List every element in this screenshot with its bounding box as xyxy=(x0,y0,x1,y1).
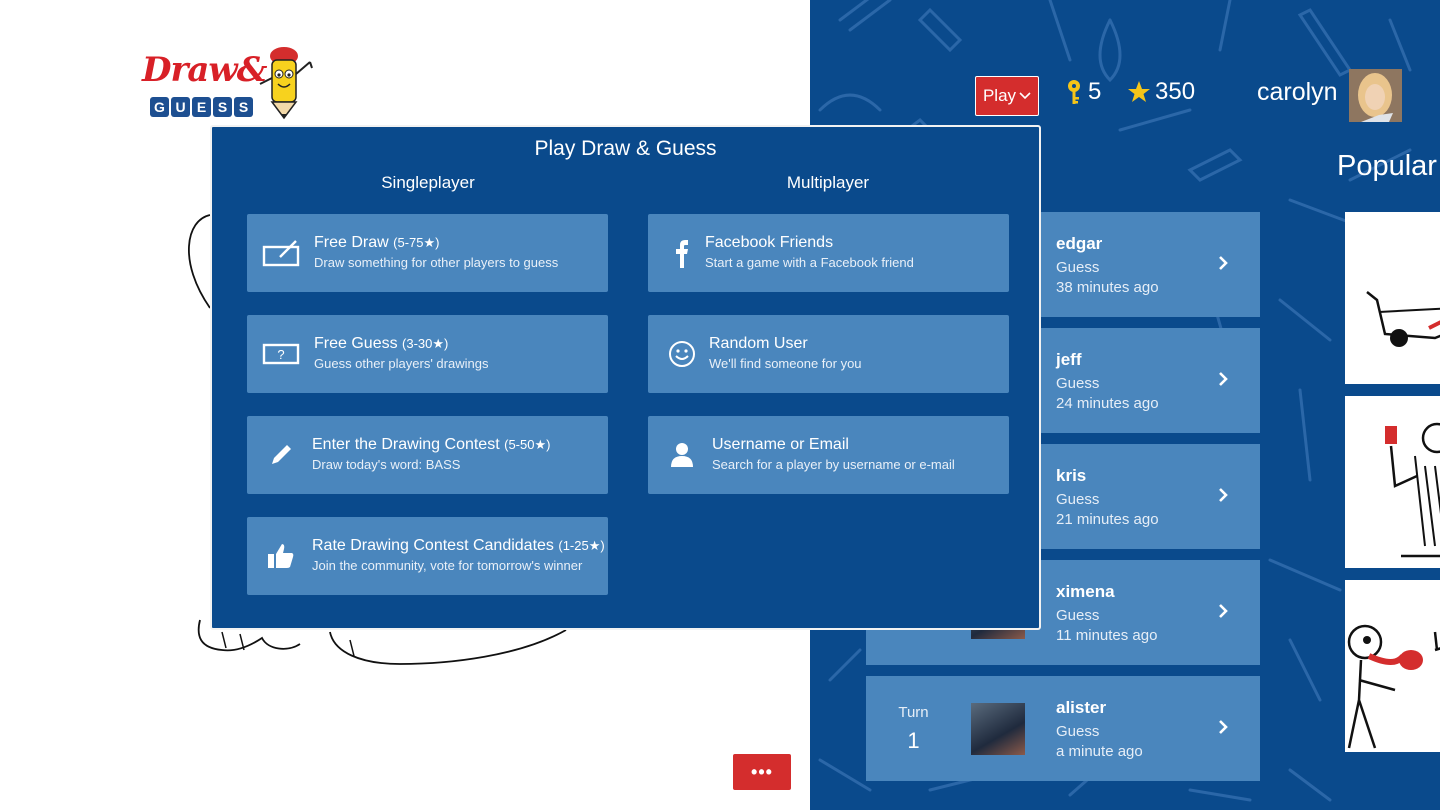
question-box-icon: ? xyxy=(261,337,301,371)
game-player: ximena xyxy=(1056,582,1115,601)
opponent-avatar xyxy=(971,703,1025,755)
option-subtitle: Draw today's word: BASS xyxy=(312,457,461,472)
star-icon xyxy=(1128,81,1150,102)
keys-count: 5 xyxy=(1088,78,1102,105)
username-email-option[interactable]: Username or Email Search for a player by… xyxy=(648,416,1009,494)
facebook-friends-option[interactable]: Facebook Friends Start a game with a Fac… xyxy=(648,214,1009,292)
game-player: edgar xyxy=(1056,234,1103,253)
play-dropdown-button[interactable]: Play xyxy=(975,76,1039,116)
multiplayer-heading: Multiplayer xyxy=(786,173,870,192)
chevron-right-icon xyxy=(1219,488,1228,502)
option-range: (3-30★) xyxy=(402,336,449,351)
pencil-icon xyxy=(261,438,301,472)
option-subtitle: We'll find someone for you xyxy=(709,356,862,371)
pencil-mascot-icon xyxy=(259,47,313,120)
free-draw-option[interactable]: Free Draw (5-75★) Draw something for oth… xyxy=(247,214,608,292)
drawing-contest-option[interactable]: Enter the Drawing Contest (5-50★) Draw t… xyxy=(247,416,608,494)
popular-drawing-car[interactable] xyxy=(1345,212,1440,384)
key-icon xyxy=(1068,80,1080,104)
modal-title: Play Draw & Guess xyxy=(534,137,717,160)
user-avatar[interactable] xyxy=(1349,69,1402,122)
option-range: (1-25★) xyxy=(558,538,605,553)
referee-drawing xyxy=(1385,422,1440,558)
game-time: 38 minutes ago xyxy=(1056,279,1159,296)
boxer-drawing xyxy=(1347,624,1440,749)
smiley-icon xyxy=(662,337,702,371)
play-button-label: Play xyxy=(982,86,1017,105)
game-time: a minute ago xyxy=(1056,743,1143,760)
person-icon xyxy=(662,438,702,472)
stars-counter: 350 xyxy=(1127,78,1195,106)
option-subtitle: Join the community, vote for tomorrow's … xyxy=(312,558,583,573)
option-subtitle: Draw something for other players to gues… xyxy=(314,255,559,270)
option-title: Rate Drawing Contest Candidates xyxy=(312,537,554,554)
game-mode: Guess xyxy=(1056,607,1100,624)
draw-and-guess-logo: Draw& G U E S S xyxy=(140,44,315,124)
draw-tablet-icon xyxy=(261,236,301,270)
option-title: Random User xyxy=(709,335,808,352)
game-mode: Guess xyxy=(1056,491,1100,508)
game-player: alister xyxy=(1056,698,1107,717)
chevron-right-icon xyxy=(1219,372,1228,386)
chevron-right-icon xyxy=(1219,604,1228,618)
popular-title: Popular xyxy=(1337,150,1437,182)
option-subtitle: Search for a player by username or e-mai… xyxy=(712,457,955,472)
rate-contest-option[interactable]: Rate Drawing Contest Candidates (1-25★) … xyxy=(247,517,608,595)
option-title: Username or Email xyxy=(712,436,849,453)
option-title: Facebook Friends xyxy=(705,234,834,251)
logo-draw-text: Draw& xyxy=(142,50,267,90)
username-label[interactable]: carolyn xyxy=(1257,78,1338,107)
avatar-image xyxy=(1349,69,1402,122)
game-mode: Guess xyxy=(1056,259,1100,276)
logo-guess-tiles: G U E S S xyxy=(150,97,253,117)
popular-drawing-boxer[interactable] xyxy=(1345,580,1440,752)
car-drawing xyxy=(1366,291,1440,347)
option-title: Free Draw xyxy=(314,234,389,251)
svg-text:?: ? xyxy=(277,347,284,362)
option-title: Free Guess xyxy=(314,335,398,352)
game-player: jeff xyxy=(1056,350,1082,369)
thumbs-up-icon xyxy=(261,539,301,573)
keys-counter: 5 xyxy=(1066,78,1101,106)
option-range: (5-75★) xyxy=(393,235,440,250)
facebook-icon xyxy=(662,236,702,270)
free-guess-option[interactable]: ? Free Guess (3-30★) Guess other players… xyxy=(247,315,608,393)
game-mode: Guess xyxy=(1056,375,1100,392)
more-options-button[interactable]: ••• xyxy=(732,753,792,791)
game-time: 24 minutes ago xyxy=(1056,395,1159,412)
game-time: 11 minutes ago xyxy=(1056,627,1158,644)
option-subtitle: Guess other players' drawings xyxy=(314,356,489,371)
game-mode: Guess xyxy=(1056,723,1100,740)
option-range: (5-50★) xyxy=(504,437,551,452)
game-time: 21 minutes ago xyxy=(1056,511,1159,528)
turn-label: Turn xyxy=(898,704,929,721)
game-player: kris xyxy=(1056,466,1087,485)
option-subtitle: Start a game with a Facebook friend xyxy=(705,255,914,270)
chevron-down-icon xyxy=(1019,92,1031,100)
stars-count: 350 xyxy=(1155,78,1196,105)
turn-number: 1 xyxy=(907,728,920,753)
random-user-option[interactable]: Random User We'll find someone for you xyxy=(648,315,1009,393)
option-title: Enter the Drawing Contest xyxy=(312,436,500,453)
singleplayer-heading: Singleplayer xyxy=(381,173,475,192)
play-modal: Play Draw & Guess Singleplayer Multiplay… xyxy=(210,125,1041,630)
chevron-right-icon xyxy=(1219,720,1228,734)
game-card-alister[interactable]: Turn 1 alister Guess a minute ago xyxy=(866,676,1260,781)
popular-drawing-referee[interactable] xyxy=(1345,396,1440,568)
chevron-right-icon xyxy=(1219,256,1228,270)
